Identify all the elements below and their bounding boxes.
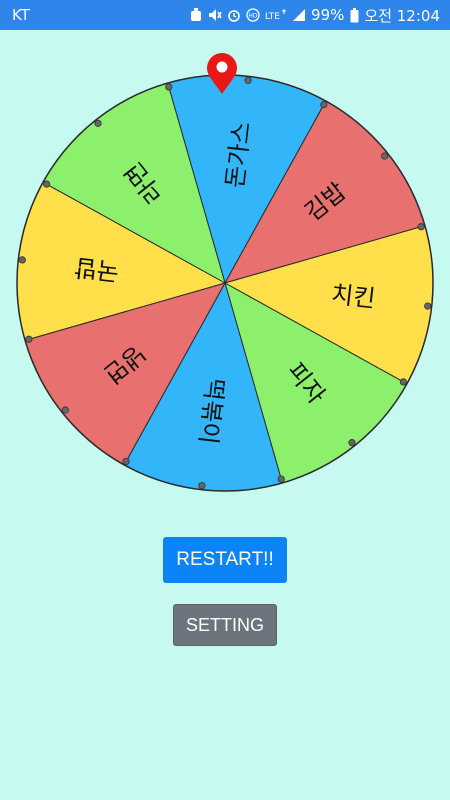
wheel-peg [165,83,173,91]
roulette-wheel-area: 돈가스 김밥 치킨 피자 떡볶이 냉면 국밥 라면 [0,0,450,520]
wheel-segment-label: 국밥 [73,253,120,286]
wheel-peg [198,482,206,490]
wheel-peg [320,100,328,109]
wheel-peg [122,457,130,466]
wheel-peg [18,256,26,264]
wheel-peg [244,76,252,84]
wheel-peg [417,223,425,231]
wheel-peg [25,335,33,343]
wheel-peg [61,406,69,414]
wheel-peg [381,152,389,160]
roulette-wheel[interactable]: 돈가스김밥치킨피자떡볶이냉면국밥라면 [0,0,450,520]
setting-button[interactable]: SETTING [173,604,277,646]
wheel-segment-label: 치킨 [330,280,377,313]
wheel-peg [424,302,432,310]
restart-button[interactable]: RESTART!! [163,537,287,583]
wheel-peg [348,439,356,447]
wheel-peg [42,180,51,188]
wheel-peg [94,119,102,127]
wheel-peg [277,475,285,483]
wheel-peg [399,378,408,386]
